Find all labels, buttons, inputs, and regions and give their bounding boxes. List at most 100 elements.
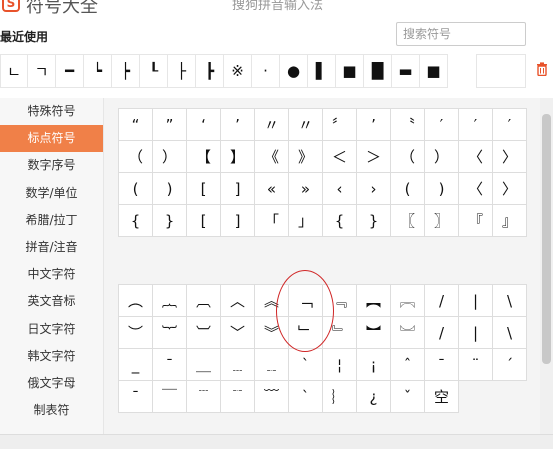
symbol-cell[interactable]: _ [119, 349, 153, 381]
sidebar-item-category[interactable]: 拼音/注音 [0, 234, 103, 261]
symbol-cell[interactable]: ︘ [391, 317, 425, 349]
symbol-cell[interactable]: ︗ [391, 285, 425, 317]
recent-symbol-cell[interactable]: ┣ [196, 54, 224, 88]
symbol-cell[interactable]: 空 [425, 381, 459, 413]
recent-symbol-cell[interactable]: ■ [420, 54, 448, 88]
sidebar-item-category[interactable]: 日文字符 [0, 316, 103, 343]
symbol-cell[interactable]: › [357, 173, 391, 205]
symbol-cell[interactable]: ] [221, 173, 255, 205]
symbol-cell[interactable]: 〝 [391, 109, 425, 141]
symbol-cell[interactable]: 〃 [255, 109, 289, 141]
symbol-cell[interactable]: ﹋ [255, 381, 289, 413]
symbol-cell[interactable]: ′ [425, 109, 459, 141]
recent-symbol-cell[interactable]: ━ [56, 54, 84, 88]
symbol-cell[interactable]: ¡ [357, 349, 391, 381]
sidebar-item-category[interactable]: 韩文字符 [0, 343, 103, 370]
symbol-cell[interactable]: ) [425, 173, 459, 205]
symbol-cell[interactable]: 〈 [459, 141, 493, 173]
symbol-cell[interactable]: ˉ [425, 349, 459, 381]
recent-symbol-cell[interactable]: ▬ [392, 54, 420, 88]
recent-symbol-cell[interactable]: ● [280, 54, 308, 88]
sidebar-item-category[interactable]: 俄文字母 [0, 370, 103, 397]
symbol-cell[interactable]: ′ [493, 109, 527, 141]
symbol-cell[interactable]: / [425, 317, 459, 349]
scrollbar-thumb[interactable] [542, 114, 551, 364]
vertical-scrollbar[interactable] [540, 98, 553, 434]
symbol-cell[interactable]: ︿ [221, 285, 255, 317]
sidebar-item-category[interactable]: 标点符号 [0, 125, 103, 153]
symbol-cell[interactable]: ＿ [187, 349, 221, 381]
symbol-cell[interactable]: ’ [357, 109, 391, 141]
symbol-cell[interactable]: [ [187, 205, 221, 237]
sidebar-item-category[interactable]: 英文音标 [0, 288, 103, 315]
recent-symbol-cell[interactable]: ┕ [84, 54, 112, 88]
recent-symbol-cell[interactable]: █ [364, 54, 392, 88]
symbol-cell[interactable]: ︻ [357, 285, 391, 317]
symbol-cell[interactable]: ‘ [187, 109, 221, 141]
symbol-cell[interactable]: ¦ [323, 349, 357, 381]
symbol-cell[interactable]: \ [493, 317, 527, 349]
recent-symbol-cell[interactable]: ┝ [112, 54, 140, 88]
symbol-cell[interactable]: ︹ [187, 285, 221, 317]
symbol-cell[interactable]: ˉ [119, 381, 153, 413]
symbol-cell[interactable]: ︴ [323, 381, 357, 413]
symbol-cell[interactable]: 〉 [493, 141, 527, 173]
sidebar-item-category[interactable]: 数字序号 [0, 152, 103, 179]
recent-symbol-cell[interactable]: ┖ [140, 54, 168, 88]
symbol-cell[interactable]: } [153, 205, 187, 237]
symbol-cell[interactable]: ¨ [459, 349, 493, 381]
symbol-cell[interactable]: 〞 [323, 109, 357, 141]
recent-symbol-cell[interactable]: ├ [168, 54, 196, 88]
symbol-cell[interactable]: ﹎ [255, 349, 289, 381]
recent-symbol-cell[interactable]: ▌ [308, 54, 336, 88]
symbol-cell[interactable]: ’ [221, 109, 255, 141]
symbol-cell[interactable]: ︺ [187, 317, 221, 349]
symbol-cell[interactable]: ′ [459, 109, 493, 141]
symbol-cell[interactable]: \ [493, 285, 527, 317]
symbol-cell[interactable]: （ [119, 141, 153, 173]
symbol-cell[interactable]: 」 [289, 205, 323, 237]
symbol-cell[interactable]: » [289, 173, 323, 205]
sidebar-item-category[interactable]: 制表符 [0, 397, 103, 424]
symbol-cell[interactable]: ) [153, 173, 187, 205]
symbol-cell[interactable]: 〖 [391, 205, 425, 237]
symbol-cell[interactable]: “ [119, 109, 153, 141]
symbol-cell[interactable]: ︼ [357, 317, 391, 349]
search-input[interactable] [397, 23, 525, 45]
recent-symbol-cell[interactable]: ㄱ [28, 54, 56, 88]
symbol-cell[interactable]: 】 [221, 141, 255, 173]
sidebar-item-category[interactable]: 希腊/拉丁 [0, 207, 103, 234]
symbol-cell[interactable]: ＜ [323, 141, 357, 173]
symbol-cell[interactable]: ¿ [357, 381, 391, 413]
symbol-cell[interactable]: ˊ [493, 349, 527, 381]
symbol-cell[interactable]: { [323, 205, 357, 237]
sidebar-item-category[interactable]: 中文字符 [0, 261, 103, 288]
recent-symbol-cell[interactable]: ■ [336, 54, 364, 88]
symbol-cell[interactable]: ￣ [153, 381, 187, 413]
symbol-cell[interactable]: ˇ [391, 381, 425, 413]
symbol-cell[interactable]: ﹊ [221, 381, 255, 413]
symbol-cell[interactable]: ﹀ [221, 317, 255, 349]
symbol-cell[interactable]: ˋ [289, 349, 323, 381]
symbol-cell[interactable]: ） [153, 141, 187, 173]
symbol-cell[interactable]: ” [153, 109, 187, 141]
symbol-cell[interactable]: ︶ [119, 317, 153, 349]
symbol-cell[interactable]: « [255, 173, 289, 205]
symbol-cell[interactable]: 「 [255, 205, 289, 237]
symbol-cell[interactable]: { [119, 205, 153, 237]
symbol-cell[interactable]: ¯ [153, 349, 187, 381]
symbol-cell[interactable]: 『 [459, 205, 493, 237]
symbol-cell[interactable]: | [459, 317, 493, 349]
symbol-cell[interactable]: ︵ [119, 285, 153, 317]
search-box[interactable] [396, 22, 526, 46]
symbol-cell[interactable]: ˋ [289, 381, 323, 413]
symbol-cell[interactable]: } [357, 205, 391, 237]
recent-symbol-cell[interactable]: ㄴ [0, 54, 28, 88]
recent-symbol-cell[interactable]: ※ [224, 54, 252, 88]
symbol-cell[interactable]: ﹍ [221, 349, 255, 381]
symbol-cell[interactable]: | [459, 285, 493, 317]
symbol-cell[interactable]: 〗 [425, 205, 459, 237]
symbol-cell[interactable]: 』 [493, 205, 527, 237]
symbol-cell[interactable]: ‹ [323, 173, 357, 205]
symbol-cell[interactable]: ( [391, 173, 425, 205]
